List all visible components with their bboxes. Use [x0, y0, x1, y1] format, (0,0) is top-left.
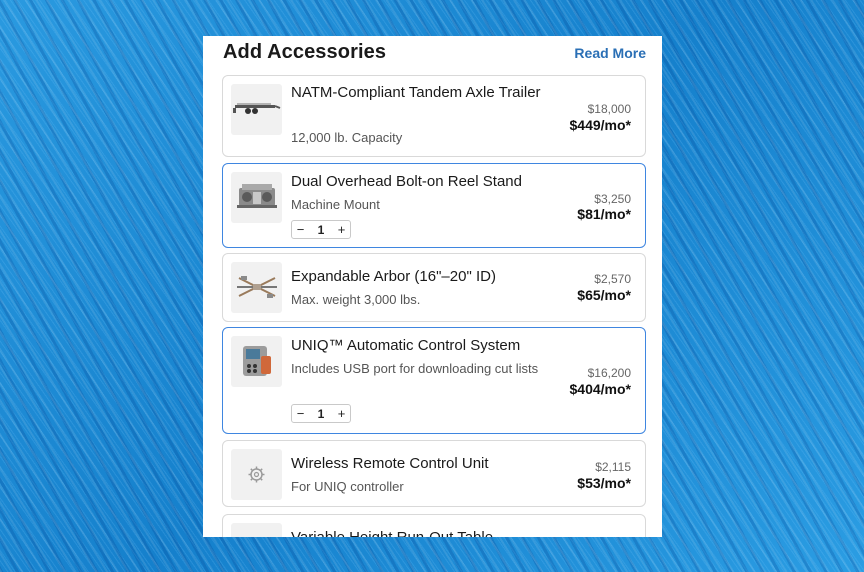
item-subtitle: For UNIQ controller	[291, 479, 404, 494]
item-subtitle: Max. weight 3,000 lbs.	[291, 292, 421, 307]
trailer-icon	[231, 84, 282, 135]
panel-header: Add Accessories Read More	[203, 36, 662, 72]
item-name: Wireless Remote Control Unit	[291, 455, 489, 472]
item-subtitle: 12,000 lb. Capacity	[291, 130, 403, 145]
accessory-card-run-out-table[interactable]: Variable Height Run-Out Table	[222, 514, 646, 537]
item-monthly-price: $404/mo*	[569, 381, 631, 397]
decrement-button[interactable]: −	[292, 405, 309, 422]
accessory-card-reel-stand[interactable]: Dual Overhead Bolt-on Reel Stand Machine…	[222, 163, 646, 248]
item-monthly-price: $449/mo*	[569, 117, 631, 133]
control-system-icon	[231, 336, 282, 387]
item-price: $2,570	[594, 272, 631, 286]
item-monthly-price: $81/mo*	[577, 206, 631, 222]
item-name: Variable Height Run-Out Table	[291, 527, 553, 537]
reel-stand-icon	[231, 172, 282, 223]
item-subtitle: Includes USB port for downloading cut li…	[291, 361, 539, 376]
accessories-panel: Add Accessories Read More NATM-Compliant…	[203, 36, 662, 537]
item-monthly-price: $53/mo*	[577, 475, 631, 491]
gear-icon	[231, 449, 282, 500]
accessory-card-uniq-control[interactable]: UNIQ™ Automatic Control System Includes …	[222, 327, 646, 434]
quantity-value: 1	[317, 406, 325, 421]
run-out-table-icon	[231, 523, 282, 537]
read-more-link[interactable]: Read More	[574, 45, 646, 61]
decrement-button[interactable]: −	[292, 221, 309, 238]
item-price: $18,000	[587, 102, 631, 116]
item-monthly-price: $65/mo*	[577, 287, 631, 303]
quantity-stepper: − 1 +	[291, 404, 351, 423]
arbor-icon	[231, 262, 282, 313]
increment-button[interactable]: +	[333, 405, 350, 422]
item-name: Dual Overhead Bolt-on Reel Stand	[291, 173, 522, 190]
item-subtitle: Machine Mount	[291, 197, 380, 212]
accessory-card-trailer[interactable]: NATM-Compliant Tandem Axle Trailer 12,00…	[222, 75, 646, 157]
increment-button[interactable]: +	[333, 221, 350, 238]
item-price: $16,200	[587, 366, 631, 380]
quantity-value: 1	[317, 222, 325, 237]
item-name: Expandable Arbor (16"–20" ID)	[291, 268, 496, 285]
accessory-card-wireless-remote[interactable]: Wireless Remote Control Unit For UNIQ co…	[222, 440, 646, 507]
item-name: UNIQ™ Automatic Control System	[291, 337, 521, 354]
item-price: $2,115	[595, 460, 631, 474]
item-price: $3,250	[594, 192, 631, 206]
accessory-card-arbor[interactable]: Expandable Arbor (16"–20" ID) Max. weigh…	[222, 253, 646, 322]
quantity-stepper: − 1 +	[291, 220, 351, 239]
page-title: Add Accessories	[223, 41, 387, 63]
item-name: NATM-Compliant Tandem Axle Trailer	[291, 84, 541, 101]
